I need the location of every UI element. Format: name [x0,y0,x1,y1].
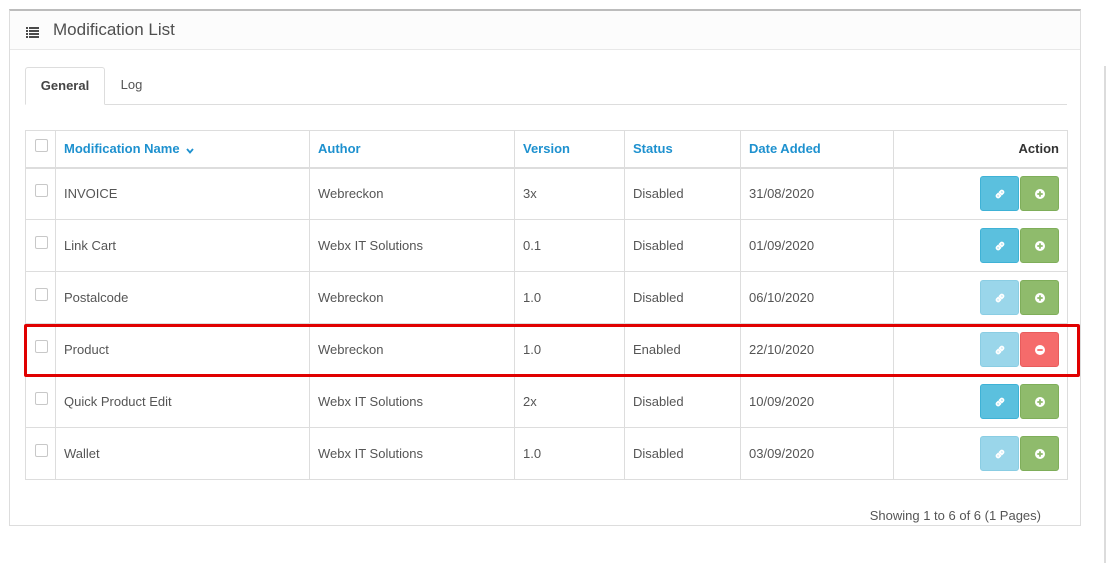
enable-button[interactable] [1020,280,1059,315]
cell-version: 2x [514,375,625,428]
cell-author: Webreckon [309,167,515,220]
cell-name: Quick Product Edit [55,375,310,428]
header-name[interactable]: Modification Name [55,130,310,169]
enable-button[interactable] [1020,228,1059,263]
enable-button[interactable] [1020,436,1059,471]
cell-version: 1.0 [514,271,625,324]
row-checkbox[interactable] [35,444,48,458]
cell-status: Disabled [624,271,741,324]
table-row: Product Webreckon 1.0 Enabled 22/10/2020 [25,323,1068,376]
cell-actions [893,427,1068,480]
cell-date-added: 10/09/2020 [740,375,894,428]
cell-name: Product [55,323,310,376]
enable-button[interactable] [1020,384,1059,419]
tab-log[interactable]: Log [105,67,158,105]
cell-actions [893,323,1068,376]
header-name-label[interactable]: Modification Name [64,141,180,156]
panel-heading: Modification List [10,11,1080,50]
enable-button[interactable] [1020,176,1059,212]
cell-date-added: 03/09/2020 [740,427,894,480]
cell-version: 1.0 [514,427,625,480]
row-select-cell [25,271,56,324]
cell-version: 1.0 [514,323,625,376]
table-header-row: Modification Name Author Version Status … [25,130,1068,169]
cell-status: Disabled [624,167,741,220]
tab-general[interactable]: General [25,67,105,105]
cell-author: Webx IT Solutions [309,375,515,428]
row-checkbox[interactable] [35,288,48,302]
link-button[interactable] [980,384,1019,419]
cell-date-added: 31/08/2020 [740,167,894,220]
cell-actions [893,271,1068,324]
row-checkbox[interactable] [35,392,48,406]
select-all-checkbox[interactable] [35,139,48,153]
cell-status: Enabled [624,323,741,376]
cell-name: INVOICE [55,167,310,220]
header-date-added[interactable]: Date Added [740,130,894,169]
cell-date-added: 06/10/2020 [740,271,894,324]
link-button[interactable] [980,228,1019,263]
row-select-cell [25,219,56,272]
cell-actions [893,167,1068,220]
list-icon [26,25,39,38]
table-row: Link Cart Webx IT Solutions 0.1 Disabled 01/… [25,219,1068,272]
cell-status: Disabled [624,427,741,480]
cell-name: Link Cart [55,219,310,272]
pagination-summary: Showing 1 to 6 of 6 (1 Pages) [869,508,1041,523]
row-select-cell [25,427,56,480]
cell-name: Postalcode [55,271,310,324]
cell-author: Webreckon [309,271,515,324]
cell-author: Webx IT Solutions [309,427,515,480]
table-row: Postalcode Webreckon 1.0 Disabled 06/10/2020 [25,271,1068,324]
cell-version: 0.1 [514,219,625,272]
modification-panel: Modification List General Log Modificati… [9,9,1081,526]
row-checkbox[interactable] [35,340,48,354]
cell-author: Webx IT Solutions [309,219,515,272]
row-select-cell [25,375,56,428]
row-select-cell [25,323,56,376]
cell-status: Disabled [624,219,741,272]
cell-date-added: 22/10/2020 [740,323,894,376]
disable-button[interactable] [1020,332,1059,367]
cell-author: Webreckon [309,323,515,376]
header-action: Action [893,130,1068,169]
row-select-cell [25,167,56,220]
cell-name: Wallet [55,427,310,480]
select-all-cell [25,130,56,169]
table-row: Wallet Webx IT Solutions 1.0 Disabled 03/09/… [25,427,1068,480]
cell-date-added: 01/09/2020 [740,219,894,272]
tab-bar: General Log [25,67,1067,105]
cell-version: 3x [514,167,625,220]
modification-table: Modification Name Author Version Status … [25,130,1068,480]
cell-actions [893,219,1068,272]
header-author[interactable]: Author [309,130,515,169]
chevron-down-icon [186,142,194,157]
link-button[interactable] [980,280,1019,315]
panel-title: Modification List [53,20,175,39]
header-status[interactable]: Status [624,130,741,169]
row-checkbox[interactable] [35,184,48,198]
table-row: INVOICE Webreckon 3x Disabled 31/08/2020 [25,167,1068,220]
cell-actions [893,375,1068,428]
link-button[interactable] [980,332,1019,367]
cell-status: Disabled [624,375,741,428]
link-button[interactable] [980,176,1019,212]
header-version[interactable]: Version [514,130,625,169]
link-button[interactable] [980,436,1019,471]
table-row: Quick Product Edit Webx IT Solutions 2x Dis… [25,375,1068,428]
row-checkbox[interactable] [35,236,48,250]
